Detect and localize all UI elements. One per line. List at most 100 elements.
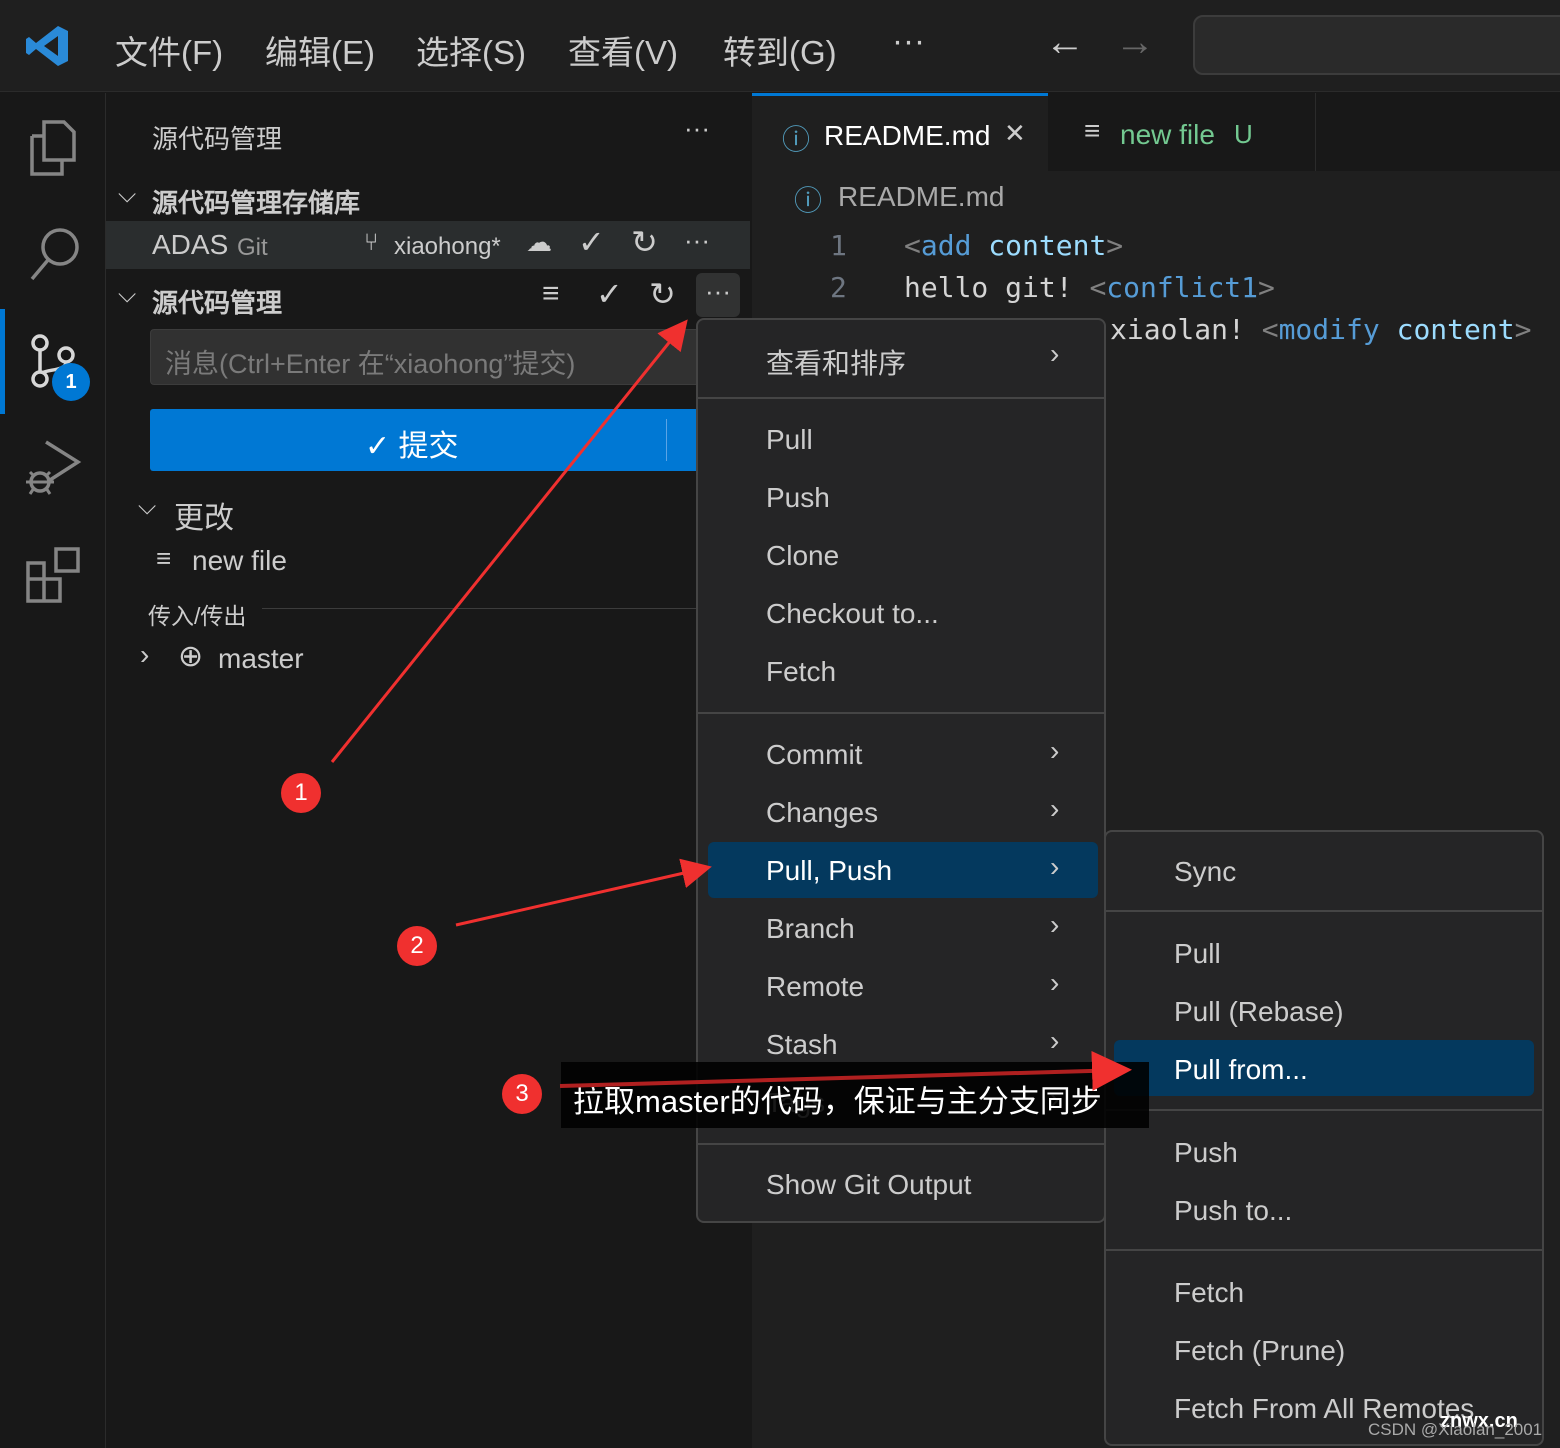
submenu-item[interactable]: Pull (Rebase) [1106,986,1542,1040]
menu-item-label: 查看和排序 [766,348,907,379]
repo-type: Git [237,234,268,261]
menu-file[interactable]: 文件(F) [115,26,223,74]
submenu-item[interactable]: Push [1106,1127,1542,1181]
explorer-icon[interactable] [28,118,78,178]
chevron-right-icon: › [1050,793,1060,824]
scm-count-badge: 1 [52,363,90,401]
callout-text: 拉取master的代码，保证与主分支同步 [573,1084,1102,1119]
submenu-item[interactable]: Fetch [1106,1267,1542,1321]
refresh-icon[interactable]: ↻ [631,223,658,261]
menu-view[interactable]: 查看(V) [568,26,678,74]
commit-button[interactable]: ✓ 提交 [150,409,750,471]
incoming-branch[interactable]: master [218,643,304,675]
repositories-section-header[interactable]: 源代码管理存储库 [152,183,360,220]
repository-row[interactable]: ADAS Git ⑂ xiaohong* ☁ ✓ ↻ ··· [106,221,750,269]
active-indicator [0,309,5,414]
chevron-right-icon: › [1050,851,1060,882]
forward-arrow-icon[interactable]: → [1115,20,1155,65]
menu-item[interactable]: Push [698,472,1104,526]
code-token: < [904,229,921,262]
menu-item-label: Remote [766,971,865,1002]
code-line[interactable]: xiaolan! <modify content> [1110,313,1531,346]
submenu-item-label: Pull from... [1174,1054,1308,1085]
menu-item[interactable]: Changes › [698,787,1104,841]
submenu-item[interactable]: Sync [1106,846,1542,900]
step-2-badge: 2 [397,926,437,966]
code-token: content [971,229,1107,262]
divider [666,419,667,461]
code-token: content [1379,313,1515,346]
back-arrow-icon[interactable]: ← [1045,20,1085,65]
submenu-item-label: Fetch (Prune) [1174,1335,1346,1366]
menu-selection[interactable]: 选择(S) [416,26,526,74]
close-icon[interactable]: ✕ [1004,118,1026,149]
run-debug-icon[interactable] [24,438,84,498]
file-lines-icon: ≡ [156,543,172,573]
submenu-item[interactable]: Fetch (Prune) [1106,1325,1542,1379]
placeholder-text: 消息(Ctrl+Enter 在“xiaohong”提交) [165,349,576,379]
command-center-search[interactable] [1193,15,1560,75]
menu-item[interactable]: Pull [698,414,1104,468]
chevron-down-icon[interactable]: ⌵ [118,281,136,309]
submenu-item-label: Push to... [1174,1195,1293,1226]
chevron-right-icon: › [1050,967,1060,998]
callout-box: 拉取master的代码，保证与主分支同步 [561,1062,1149,1128]
search-icon[interactable] [28,225,84,283]
menu-more[interactable]: ··· [892,22,925,60]
submenu-item[interactable]: Pull from... [1106,1044,1542,1098]
sidebar-more-button[interactable]: ··· [684,113,710,144]
branch-name[interactable]: xiaohong* [394,233,501,261]
scm-sidebar: 源代码管理 ··· ⌵ 源代码管理存储库 ADAS Git ⑂ xiaohong… [106,93,752,1448]
commit-message-input[interactable]: 消息(Ctrl+Enter 在“xiaohong”提交) [150,329,750,385]
menu-item-label: Clone [766,540,840,571]
changes-group-label[interactable]: 更改 [174,493,234,537]
chevron-right-icon[interactable]: › [140,639,149,671]
chevron-down-icon[interactable]: ⌵ [138,493,156,521]
submenu-item[interactable]: Pull [1106,928,1542,982]
code-line[interactable]: <add content> [904,229,1123,262]
extensions-icon[interactable] [24,545,84,605]
menu-item[interactable]: Commit › [698,729,1104,783]
menu-item-label: Checkout to... [766,598,939,629]
incoming-download-icon: ⊕ [178,640,204,673]
scm-more-actions-button[interactable]: ··· [696,273,740,317]
menu-edit[interactable]: 编辑(E) [265,26,375,74]
menu-item-label: Show Git Output [766,1169,972,1200]
commit-check-icon[interactable]: ✓ [596,275,623,313]
repo-more-button[interactable]: ··· [684,225,710,256]
commit-label: ✓ 提交 [365,430,459,463]
menu-item[interactable]: Fetch [698,646,1104,700]
code-token: modify [1278,313,1380,346]
menu-item[interactable]: Remote › [698,961,1104,1015]
menu-item[interactable]: Branch › [698,903,1104,957]
untracked-badge: U [1234,119,1253,149]
chevron-right-icon: › [1050,909,1060,940]
publish-cloud-icon[interactable]: ☁ [526,227,552,258]
chevron-down-icon[interactable]: ⌵ [118,181,136,209]
code-token: > [1106,229,1124,262]
menu-item[interactable]: Show Git Output [698,1159,1104,1213]
code-token: < [1089,271,1107,304]
code-token: xiaolan! [1110,313,1262,346]
title-bar: 文件(F) 编辑(E) 选择(S) 查看(V) 转到(G) ··· ← → [0,0,1560,92]
breadcrumb[interactable]: README.md [838,181,1004,213]
code-token: < [1261,313,1279,346]
submenu-item-label: Fetch [1174,1277,1245,1308]
menu-item[interactable]: Clone [698,530,1104,584]
code-token: > [1258,271,1275,304]
menu-item[interactable]: Checkout to... [698,588,1104,642]
commit-check-icon[interactable]: ✓ [578,223,605,261]
refresh-icon[interactable]: ↻ [649,275,676,313]
menu-item[interactable]: Pull, Push › [698,845,1104,899]
tab-new-file[interactable]: ≡ new file U [1048,93,1316,171]
watermark: CSDN @Xiaolan_2001 [1368,1420,1543,1439]
submenu-item[interactable]: Push to... [1106,1185,1542,1239]
menu-item[interactable]: 查看和排序 › [698,332,1104,386]
menu-go[interactable]: 转到(G) [723,26,837,74]
scm-section-header[interactable]: 源代码管理 [152,283,282,320]
code-line[interactable]: hello git! <conflict1> [904,271,1275,304]
step-1-badge: 1 [281,773,321,813]
tab-readme[interactable]: ⓘ README.md ✕ [752,93,1048,171]
menu-item-label: Commit [766,739,863,770]
view-as-list-icon[interactable]: ≡ [542,277,560,311]
